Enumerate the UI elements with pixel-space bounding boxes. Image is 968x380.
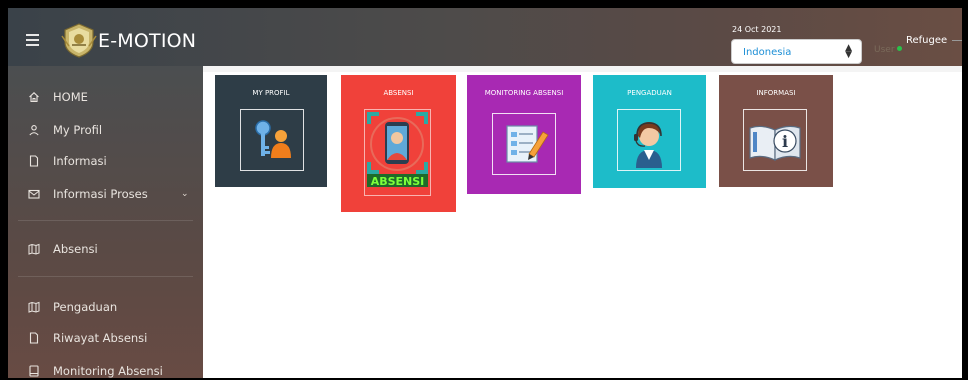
tile-icon-frame <box>240 109 304 171</box>
sidebar-item-informasi-proses[interactable]: Informasi Proses ⌄ <box>8 181 203 207</box>
user-role-label: User <box>874 45 895 55</box>
sidebar-item-pengaduan[interactable]: Pengaduan <box>8 294 203 320</box>
sidebar-item-label: Absensi <box>53 242 98 256</box>
top-navbar: E-MOTION 24 Oct 2021 Indonesia ▲ ▼ User R… <box>8 8 962 66</box>
sidebar-item-label: Informasi <box>53 154 107 168</box>
tile-icon-frame: i <box>743 109 807 171</box>
edit-form-icon <box>506 125 549 163</box>
sidebar-item-label: HOME <box>53 90 88 104</box>
tile-my-profil[interactable]: MY PROFIL <box>215 75 327 187</box>
content-top-strip <box>203 66 962 72</box>
user-name[interactable]: Refugee <box>906 35 947 46</box>
document-icon <box>28 332 40 344</box>
app-brand[interactable]: E-MOTION <box>98 30 196 52</box>
logo-emblem-icon <box>61 23 97 58</box>
sidebar-item-label: Pengaduan <box>53 300 118 314</box>
face-scan-icon: ABSENSI <box>367 112 428 188</box>
sidebar-item-monitoring-absensi[interactable]: Monitoring Absensi <box>8 358 203 378</box>
tile-monitoring-absensi[interactable]: MONITORING ABSENSI <box>467 75 581 194</box>
tile-title: PENGADUAN <box>627 89 672 97</box>
main-content: MY PROFIL ABSENSI ABSENSI MONITORING ABS… <box>203 66 962 378</box>
svg-text:i: i <box>782 132 788 151</box>
user-icon <box>28 124 40 136</box>
home-icon <box>28 91 40 103</box>
tile-icon-frame <box>617 109 681 171</box>
tile-title: MY PROFIL <box>252 89 290 97</box>
divider <box>18 220 193 221</box>
select-arrows-icon: ▲ ▼ <box>845 43 852 60</box>
sidebar-item-my-profil[interactable]: My Profil <box>8 117 203 143</box>
app-window: E-MOTION 24 Oct 2021 Indonesia ▲ ▼ User R… <box>0 0 968 380</box>
tile-title: ABSENSI <box>383 89 414 97</box>
sidebar-item-home[interactable]: HOME <box>8 84 203 110</box>
language-select-value: Indonesia <box>743 47 792 58</box>
map-icon <box>28 301 40 313</box>
sidebar-item-label: Monitoring Absensi <box>53 364 163 378</box>
sidebar-item-riwayat-absensi[interactable]: Riwayat Absensi <box>8 325 203 351</box>
sidebar-item-label: Riwayat Absensi <box>53 331 148 345</box>
current-date: 24 Oct 2021 <box>732 25 782 34</box>
sidebar-item-label: My Profil <box>53 123 103 137</box>
sidebar-item-absensi[interactable]: Absensi <box>8 236 203 262</box>
key-user-icon <box>255 120 291 158</box>
sidebar: HOME My Profil Informasi Informasi Prose… <box>8 66 203 378</box>
divider <box>18 276 193 277</box>
chevron-down-icon[interactable]: ⌄ <box>181 189 189 199</box>
mail-icon <box>28 188 40 200</box>
tile-informasi[interactable]: INFORMASI i <box>719 75 833 187</box>
menu-toggle-icon[interactable] <box>26 34 39 46</box>
tile-icon-frame: ABSENSI <box>364 109 431 196</box>
support-agent-icon <box>634 122 662 168</box>
sidebar-item-label: Informasi Proses <box>53 187 148 201</box>
divider <box>952 40 962 41</box>
online-status-icon <box>897 46 902 51</box>
sidebar-item-informasi[interactable]: Informasi <box>8 148 203 174</box>
language-select[interactable]: Indonesia ▲ ▼ <box>731 39 862 64</box>
tile-icon-frame <box>492 113 556 175</box>
document-icon <box>28 155 40 167</box>
tablet-icon <box>28 365 40 377</box>
absensi-overlay-label: ABSENSI <box>371 175 425 188</box>
map-icon <box>28 243 40 255</box>
tile-absensi[interactable]: ABSENSI ABSENSI <box>341 75 456 212</box>
tile-title: MONITORING ABSENSI <box>484 89 564 97</box>
tile-title: INFORMASI <box>756 89 796 97</box>
tile-pengaduan[interactable]: PENGADUAN <box>593 75 706 188</box>
info-book-icon: i <box>749 125 801 161</box>
